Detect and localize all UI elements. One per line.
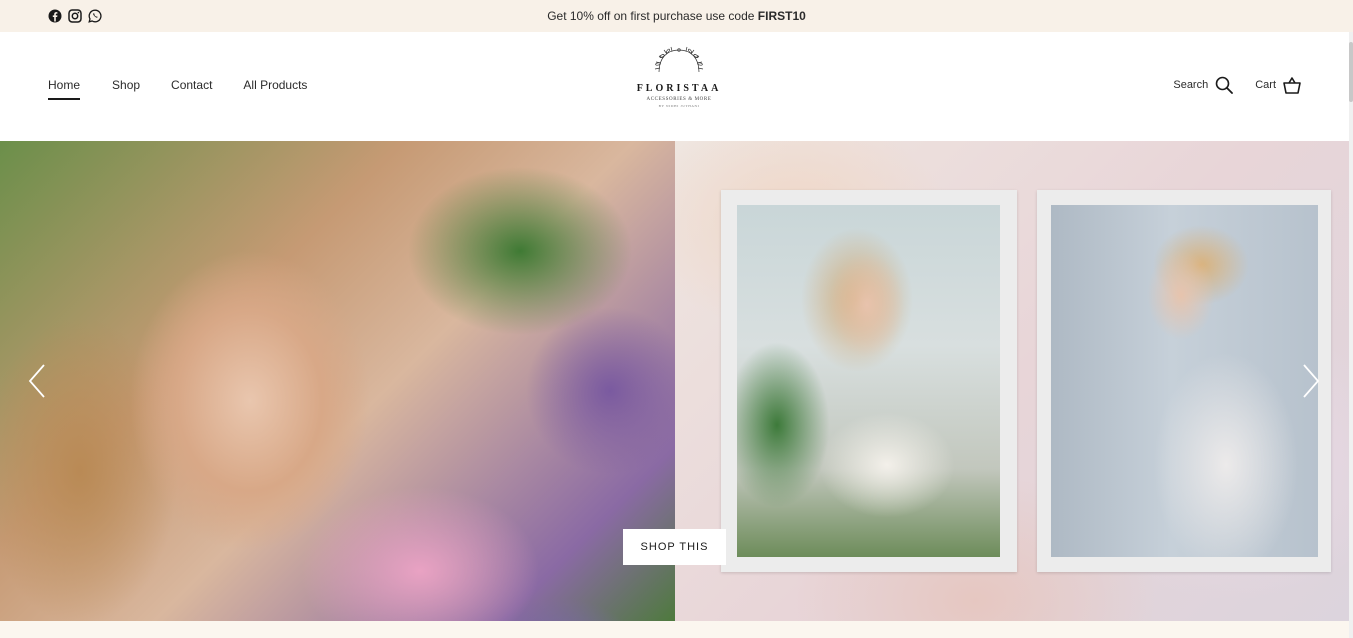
cart-button[interactable]: Cart bbox=[1255, 76, 1301, 94]
site-header: Home Shop Contact All Products FLORISTAA… bbox=[0, 32, 1353, 141]
cart-icon bbox=[1283, 76, 1301, 94]
hero-image-right bbox=[675, 141, 1349, 621]
nav-item-shop[interactable]: Shop bbox=[112, 78, 140, 92]
scrollbar-thumb[interactable] bbox=[1349, 42, 1353, 102]
main-nav: Home Shop Contact All Products bbox=[48, 78, 307, 100]
nav-item-home[interactable]: Home bbox=[48, 78, 81, 100]
search-label: Search bbox=[1173, 79, 1209, 91]
logo-tagline: ACCESSORIES & MORE bbox=[646, 97, 712, 102]
hero-slideshow: SHOP THIS bbox=[0, 141, 1349, 621]
announcement-text: Get 10% off on first purchase use code F… bbox=[0, 9, 1353, 23]
photo-frame-2 bbox=[1037, 190, 1331, 572]
search-icon bbox=[1215, 76, 1234, 94]
logo-subtagline: BY NIDHI JUTHANI bbox=[658, 104, 700, 108]
model-photo-2 bbox=[1051, 205, 1318, 557]
promo-code: FIRST10 bbox=[757, 9, 806, 23]
nav-item-all-products[interactable]: All Products bbox=[243, 78, 307, 92]
photo-frame-1 bbox=[721, 190, 1017, 572]
model-photo-1 bbox=[737, 205, 1000, 557]
search-button[interactable]: Search bbox=[1173, 76, 1234, 94]
cart-label: Cart bbox=[1255, 79, 1276, 91]
next-section-strip bbox=[0, 621, 1353, 638]
shop-this-button[interactable]: SHOP THIS bbox=[623, 529, 726, 565]
chevron-right-icon[interactable] bbox=[1298, 363, 1322, 399]
announcement-bar: Get 10% off on first purchase use code F… bbox=[0, 0, 1353, 32]
announcement-prefix: Get 10% off on first purchase use code bbox=[547, 9, 758, 23]
wreath-icon bbox=[654, 46, 704, 73]
hero-image-left bbox=[0, 141, 675, 621]
page-scrollbar[interactable] bbox=[1349, 32, 1353, 638]
logo-brand: FLORISTAA bbox=[636, 83, 722, 94]
chevron-left-icon[interactable] bbox=[26, 363, 50, 399]
site-logo[interactable]: FLORISTAA ACCESSORIES & MORE BY NIDHI JU… bbox=[626, 46, 732, 124]
nav-item-contact[interactable]: Contact bbox=[171, 78, 212, 92]
header-actions: Search Cart bbox=[1173, 76, 1301, 94]
